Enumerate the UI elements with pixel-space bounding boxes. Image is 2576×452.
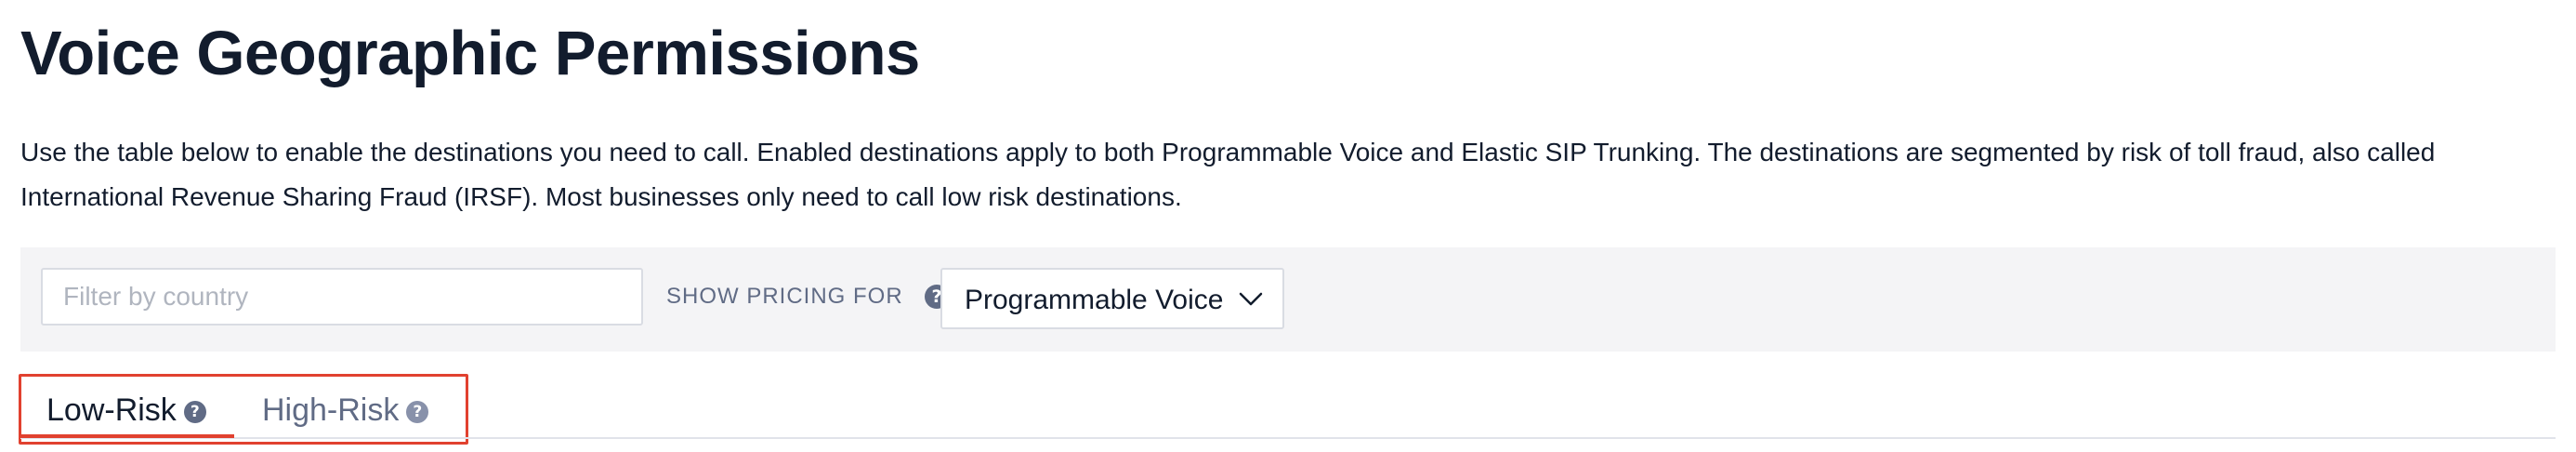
tab-high-risk[interactable]: High-Risk? <box>262 389 429 432</box>
help-icon[interactable]: ? <box>183 401 206 424</box>
filter-toolbar: SHOW PRICING FOR ? Programmable Voice <box>20 247 2556 352</box>
show-pricing-label: SHOW PRICING FOR <box>666 284 903 309</box>
help-icon[interactable]: ? <box>406 401 429 424</box>
page-title: Voice Geographic Permissions <box>20 19 920 88</box>
pricing-select-value: Programmable Voice <box>965 285 1224 315</box>
page-description: Use the table below to enable the destin… <box>20 138 2436 211</box>
pricing-product-select[interactable]: Programmable Voice <box>940 268 1284 329</box>
active-tab-indicator <box>20 434 234 438</box>
tab-low-risk-label: Low-Risk <box>46 392 177 428</box>
chevron-down-icon <box>1239 292 1263 306</box>
tab-low-risk[interactable]: Low-Risk? <box>46 389 206 432</box>
tab-high-risk-label: High-Risk <box>262 392 400 428</box>
tabs-divider <box>20 437 2556 439</box>
country-filter-input[interactable] <box>41 268 643 326</box>
